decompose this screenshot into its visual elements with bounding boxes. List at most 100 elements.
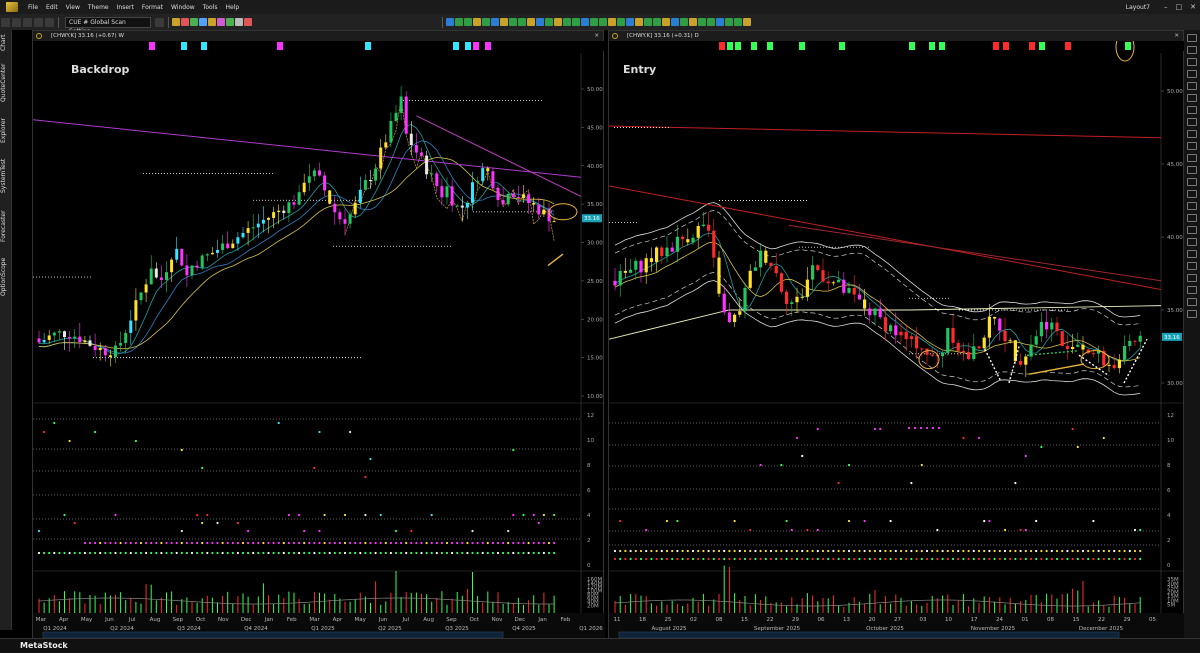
rail-tab-systemtest[interactable]: SystemTest [0,154,12,198]
indicator-toolbar-icon[interactable] [244,18,252,26]
drawing-tool-icon[interactable] [1187,298,1197,306]
drawing-tool-icon[interactable] [1187,310,1197,318]
drawing-tool-icon[interactable] [1187,118,1197,126]
drawing-tool-icon[interactable] [1187,178,1197,186]
expert-toolbar-icon[interactable] [464,18,472,26]
chart-pane-weekly[interactable]: [CHWY.K] 33.16 (+0.67) W ✕ Backdrop 50.00… [32,30,605,639]
drawing-tool-icon[interactable] [1187,46,1197,54]
rail-tab-forecaster[interactable]: Forecaster [0,204,12,248]
scan-setting-select[interactable]: CUE # Global Scan Setting [65,16,151,35]
expert-toolbar-icon[interactable] [608,18,616,26]
close-button[interactable]: ✕ [1190,3,1196,11]
save-icon[interactable] [23,17,32,27]
menu-window[interactable]: Window [167,4,199,11]
expert-toolbar-icon[interactable] [644,18,652,26]
expert-toolbar-icon[interactable] [716,18,724,26]
pane-options-icon[interactable] [36,33,42,39]
weekly-chart-canvas[interactable]: Backdrop50.0045.0040.0035.0030.0025.0020… [33,41,605,639]
menu-format[interactable]: Format [138,4,167,11]
drawing-tool-icon[interactable] [1187,286,1197,294]
indicator-toolbar-icon[interactable] [172,18,180,26]
expert-toolbar-icon[interactable] [707,18,715,26]
expert-toolbar-icon[interactable] [509,18,517,26]
indicator-toolbar-icon[interactable] [226,18,234,26]
rail-tab-explorer[interactable]: Explorer [0,114,12,148]
expert-toolbar-icon[interactable] [455,18,463,26]
drawing-tool-icon[interactable] [1187,154,1197,162]
drawing-tool-icon[interactable] [1187,106,1197,114]
expert-toolbar-icon[interactable] [527,18,535,26]
expert-toolbar-icon[interactable] [500,18,508,26]
indicator-toolbar-icon[interactable] [199,18,207,26]
expert-toolbar-icon[interactable] [662,18,670,26]
indicator-toolbar-icon[interactable] [181,18,189,26]
undo-icon[interactable] [45,17,54,27]
expert-toolbar-icon[interactable] [518,18,526,26]
expert-toolbar-icon[interactable] [554,18,562,26]
drawing-tool-icon[interactable] [1187,262,1197,270]
indicator-toolbar-icon[interactable] [217,18,225,26]
daily-chart-canvas[interactable]: Entry 50.00 45.00 40.00 35.00 30.00 33.16 12 10 8… [609,41,1185,639]
indicator-toolbar-icon[interactable] [235,18,243,26]
rail-tab-chart[interactable]: Chart [0,32,12,54]
maximize-button[interactable]: □ [1176,3,1183,11]
pane-options-icon[interactable] [612,33,618,39]
drawing-tool-icon[interactable] [1187,58,1197,66]
expert-toolbar-icon[interactable] [563,18,571,26]
drawing-tool-icon[interactable] [1187,130,1197,138]
rail-tab-optionscope[interactable]: OptionScope [0,254,12,300]
expert-toolbar-icon[interactable] [599,18,607,26]
drawing-tool-icon[interactable] [1187,166,1197,174]
expert-toolbar-icon[interactable] [680,18,688,26]
menu-insert[interactable]: Insert [113,4,138,11]
pane-close-icon[interactable]: ✕ [594,31,599,41]
expert-toolbar-icon[interactable] [671,18,679,26]
expert-toolbar-icon[interactable] [545,18,553,26]
menu-edit[interactable]: Edit [42,4,62,11]
expert-toolbar-icon[interactable] [446,18,454,26]
expert-toolbar-icon[interactable] [743,18,751,26]
expert-toolbar-icon[interactable] [572,18,580,26]
drawing-tool-icon[interactable] [1187,82,1197,90]
new-chart-icon[interactable] [1,17,10,27]
drawing-tool-icon[interactable] [1187,202,1197,210]
drawing-tool-icon[interactable] [1187,142,1197,150]
rail-tab-quotecenter[interactable]: QuoteCenter [0,58,12,108]
expert-toolbar-icon[interactable] [590,18,598,26]
print-icon[interactable] [34,17,43,27]
drawing-tool-icon[interactable] [1187,238,1197,246]
expert-toolbar-icon[interactable] [617,18,625,26]
expert-toolbar-icon[interactable] [725,18,733,26]
menu-view[interactable]: View [62,4,84,11]
layout-selector[interactable]: Layout7 [1126,4,1150,11]
open-icon[interactable] [12,17,21,27]
drawing-tool-icon[interactable] [1187,274,1197,282]
expert-toolbar-icon[interactable] [536,18,544,26]
minimize-button[interactable]: – [1164,3,1168,11]
expert-toolbar-icon[interactable] [626,18,634,26]
drawing-tool-icon[interactable] [1187,214,1197,222]
indicator-toolbar-icon[interactable] [190,18,198,26]
expert-toolbar-icon[interactable] [698,18,706,26]
drawing-tool-icon[interactable] [1187,34,1197,42]
drawing-tool-icon[interactable] [1187,70,1197,78]
menu-file[interactable]: File [24,4,42,11]
menu-tools[interactable]: Tools [199,4,222,11]
indicator-toolbar-icon[interactable] [208,18,216,26]
expert-toolbar-icon[interactable] [734,18,742,26]
expert-toolbar-icon[interactable] [689,18,697,26]
menu-help[interactable]: Help [221,4,243,11]
scan-dropdown-icon[interactable] [155,17,164,27]
pane-close-icon[interactable]: ✕ [1174,31,1179,41]
chart-pane-daily[interactable]: [CHWY.K] 33.16 (+0.31) D ✕ Entry 50.00 45.… [608,30,1185,639]
drawing-tool-icon[interactable] [1187,94,1197,102]
expert-toolbar-icon[interactable] [491,18,499,26]
expert-toolbar-icon[interactable] [473,18,481,26]
drawing-tool-icon[interactable] [1187,190,1197,198]
drawing-tool-icon[interactable] [1187,226,1197,234]
expert-toolbar-icon[interactable] [581,18,589,26]
expert-toolbar-icon[interactable] [653,18,661,26]
menu-theme[interactable]: Theme [84,4,113,11]
expert-toolbar-icon[interactable] [482,18,490,26]
expert-toolbar-icon[interactable] [635,18,643,26]
